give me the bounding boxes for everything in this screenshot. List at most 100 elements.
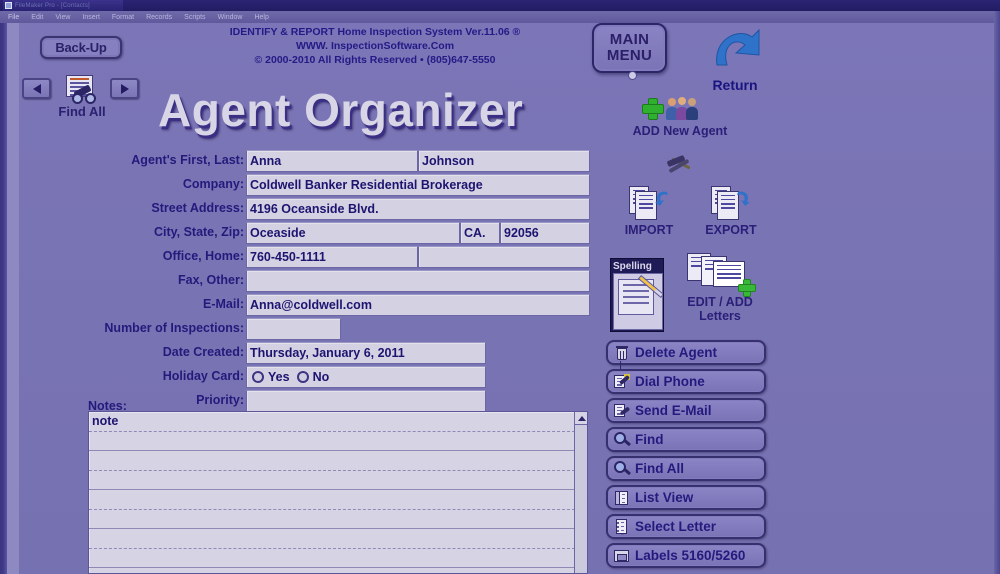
list-icon <box>614 490 630 508</box>
main-menu-line-1: MAIN <box>609 31 650 49</box>
action-button-stack: Delete Agent Dial Phone Send E-Mail Find <box>606 340 766 572</box>
holiday-card-yes-radio[interactable]: Yes <box>252 370 290 384</box>
number-of-inspections-input[interactable] <box>246 318 341 340</box>
city-input[interactable]: Oceaside <box>246 222 460 244</box>
street-address-value: 4196 Oceanside Blvd. <box>250 202 379 216</box>
field-row-fax-other: Fax, Other: <box>80 270 590 293</box>
state-input[interactable]: CA. <box>460 222 500 244</box>
field-row-office-home: Office, Home: 760-450-1111 <box>80 246 590 269</box>
return-arrow-icon <box>716 28 760 66</box>
letters-icon <box>687 253 756 297</box>
last-name-value: Johnson <box>422 154 475 168</box>
menu-item-view[interactable]: View <box>55 14 70 21</box>
list-view-button[interactable]: List View <box>606 485 766 510</box>
field-row-street: Street Address: 4196 Oceanside Blvd. <box>80 198 590 221</box>
zip-value: 92056 <box>504 226 539 240</box>
window-title-tab: FileMaker Pro - [Contacts] <box>3 0 123 11</box>
filemaker-app-icon <box>5 2 12 9</box>
edit-add-letters-button[interactable]: EDIT / ADD Letters <box>672 253 768 324</box>
street-address-input[interactable]: 4196 Oceanside Blvd. <box>246 198 590 220</box>
zip-input[interactable]: 92056 <box>500 222 590 244</box>
select-letter-label: Select Letter <box>635 519 717 534</box>
holiday-card-no-radio[interactable]: No <box>296 370 330 384</box>
radio-circle-icon <box>252 371 264 383</box>
labels-button[interactable]: Labels 5160/5260 <box>606 543 766 568</box>
application-window: FileMaker Pro - [Contacts] File Edit Vie… <box>0 0 1000 574</box>
priority-input[interactable] <box>246 390 486 412</box>
magnifier-icon <box>614 460 632 477</box>
agent-form: Agent's First, Last: Anna Johnson Compan… <box>80 150 590 414</box>
menubar[interactable]: File Edit View Insert Format Records Scr… <box>0 11 1000 23</box>
trash-icon <box>614 345 630 369</box>
magnifier-icon <box>614 431 632 448</box>
right-arrow-icon <box>120 83 129 94</box>
field-row-name: Agent's First, Last: Anna Johnson <box>80 150 590 173</box>
office-phone-input[interactable]: 760-450-1111 <box>246 246 418 268</box>
left-window-rail <box>0 23 7 574</box>
first-name-input[interactable]: Anna <box>246 150 418 172</box>
company-input[interactable]: Coldwell Banker Residential Brokerage <box>246 174 590 196</box>
last-name-input[interactable]: Johnson <box>418 150 590 172</box>
field-row-city-state-zip: City, State, Zip: Oceaside CA. 92056 <box>80 222 590 245</box>
people-icon <box>666 97 700 120</box>
backup-button[interactable]: Back-Up <box>40 36 122 59</box>
header-line-1: IDENTIFY & REPORT Home Inspection System… <box>229 26 521 38</box>
edit-add-line-1: EDIT / ADD <box>687 295 753 309</box>
export-icon <box>709 186 753 222</box>
find-button[interactable]: Find <box>606 427 766 452</box>
company-value: Coldwell Banker Residential Brokerage <box>250 178 483 192</box>
list-view-label: List View <box>635 490 694 505</box>
notes-value: note <box>92 414 119 428</box>
notes-textarea[interactable]: note <box>88 411 588 574</box>
delete-agent-button[interactable]: Delete Agent <box>606 340 766 369</box>
home-phone-input[interactable] <box>418 246 590 268</box>
holiday-card-radio-group[interactable]: Yes No <box>246 366 486 388</box>
menu-item-records[interactable]: Records <box>146 14 172 21</box>
previous-record-button[interactable] <box>22 78 51 99</box>
scroll-up-button[interactable] <box>575 412 587 425</box>
main-menu-nub <box>628 71 637 80</box>
next-record-button[interactable] <box>110 78 139 99</box>
send-email-button[interactable]: Send E-Mail <box>606 398 766 423</box>
spelling-button[interactable]: Spelling <box>610 258 664 332</box>
menu-item-format[interactable]: Format <box>112 14 134 21</box>
label-date-created: Date Created: <box>162 345 244 359</box>
date-created-input[interactable]: Thursday, January 6, 2011 <box>246 342 486 364</box>
plus-icon <box>738 279 756 297</box>
holiday-card-no-label: No <box>312 370 330 384</box>
phone-icon <box>614 373 630 390</box>
menu-item-scripts[interactable]: Scripts <box>184 14 205 21</box>
dial-phone-button[interactable]: Dial Phone <box>606 369 766 394</box>
notes-scrollbar[interactable] <box>574 412 587 573</box>
notes-ruled-lines <box>89 412 575 573</box>
export-button[interactable]: EXPORT <box>697 186 765 237</box>
find-all-button[interactable]: Find All <box>606 456 766 481</box>
header-line-3: © 2000-2010 All Rights Reserved • (805)6… <box>254 53 496 66</box>
label-street-address: Street Address: <box>151 201 244 215</box>
dial-phone-label: Dial Phone <box>635 374 705 389</box>
spelling-icon <box>613 273 663 330</box>
main-menu-button[interactable]: MAIN MENU <box>592 23 667 73</box>
field-row-holiday-card: Holiday Card: Yes No <box>80 366 590 389</box>
add-new-agent-button[interactable]: ADD New Agent <box>620 96 740 138</box>
import-button[interactable]: IMPORT <box>615 186 683 237</box>
date-created-value: Thursday, January 6, 2011 <box>250 346 405 360</box>
header-line-2: WWW. InspectionSoftware.Com <box>295 39 455 52</box>
label-email: E-Mail: <box>203 297 244 311</box>
email-input[interactable]: Anna@coldwell.com <box>246 294 590 316</box>
holiday-card-yes-label: Yes <box>268 370 290 384</box>
return-button[interactable]: Return <box>700 25 770 93</box>
menu-item-edit[interactable]: Edit <box>31 14 43 21</box>
field-row-company: Company: Coldwell Banker Residential Bro… <box>80 174 590 197</box>
menu-item-help[interactable]: Help <box>254 14 268 21</box>
menu-item-insert[interactable]: Insert <box>82 14 100 21</box>
find-all-icon[interactable] <box>62 75 104 107</box>
import-label: IMPORT <box>624 223 674 237</box>
email-value: Anna@coldwell.com <box>250 298 372 312</box>
select-letter-button[interactable]: Select Letter <box>606 514 766 539</box>
menu-item-file[interactable]: File <box>8 14 19 21</box>
menu-item-window[interactable]: Window <box>218 14 243 21</box>
fax-other-input[interactable] <box>246 270 590 292</box>
find-all-button-label: Find All <box>635 461 684 476</box>
tools-hammer-icon[interactable] <box>665 154 697 182</box>
